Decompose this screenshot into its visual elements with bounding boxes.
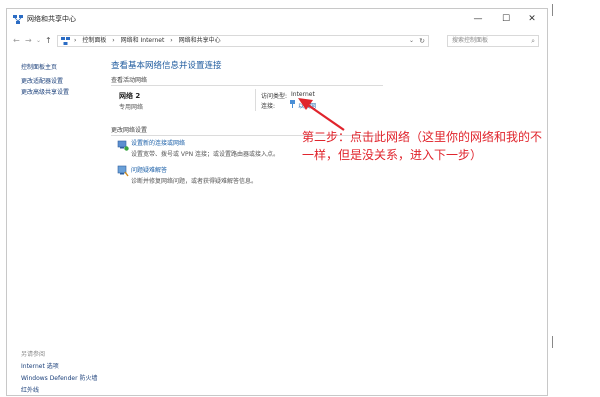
sidebar-item-adapter[interactable]: 更改适配器设置 — [21, 76, 63, 85]
active-networks-heading: 查看活动网络 — [111, 77, 148, 84]
change-settings-heading: 更改网络设置 — [111, 127, 148, 134]
troubleshoot-desc: 诊断并修复网络问题，或者获得疑难解答信息。 — [131, 178, 258, 185]
close-button[interactable]: ✕ — [521, 12, 543, 26]
connection-label: 连接: — [261, 103, 276, 110]
annotation-note: 第二步：点击此网络（这里你的网络和我的不一样，但是没关系，进入下一步） — [302, 130, 543, 162]
ethernet-icon — [290, 100, 295, 108]
ethernet-connection-link[interactable]: 以太网 — [298, 101, 316, 110]
search-icon: ⌕ — [531, 37, 535, 45]
minimize-button[interactable]: — — [467, 12, 489, 26]
frame-mark-bottom — [552, 336, 553, 348]
sidebar-item-home[interactable]: 控制面板主页 — [21, 62, 57, 71]
control-panel-icon — [61, 37, 70, 45]
page-title: 查看基本网络信息并设置连接 — [111, 61, 222, 71]
network-info-divider — [255, 89, 256, 111]
access-type-value: Internet — [291, 91, 315, 98]
maximize-button[interactable]: ☐ — [495, 12, 517, 26]
breadcrumb-separator: › — [170, 37, 173, 44]
refresh-icon[interactable]: ↻ — [419, 36, 425, 46]
section-divider — [111, 85, 383, 86]
network-type: 专用网络 — [119, 104, 144, 111]
network-center-icon — [13, 15, 23, 24]
address-row: ← → ⌄ ↑ › 控制面板 › 网络和 Internet › 网络和共享中心 … — [7, 31, 547, 51]
title-bar: 网络和共享中心 — ☐ ✕ — [7, 9, 547, 31]
sidebar-item-firewall[interactable]: Windows Defender 防火墙 — [21, 373, 97, 382]
setup-connection-desc: 设置宽带、拨号或 VPN 连接；或设置路由器或接入点。 — [131, 151, 280, 158]
breadcrumb-item[interactable]: 控制面板 — [82, 37, 106, 44]
sidebar-item-infrared[interactable]: 红外线 — [21, 385, 39, 394]
breadcrumb-item[interactable]: 网络和 Internet — [121, 37, 165, 44]
access-type-label: 访问类型: — [261, 93, 288, 100]
breadcrumb-separator: › — [74, 37, 77, 44]
history-dropdown-icon[interactable]: ⌄ — [36, 36, 41, 46]
back-arrow-icon[interactable]: ← — [13, 36, 20, 46]
search-input[interactable]: 搜索控制面板 ⌕ — [447, 35, 539, 47]
window-title: 网络和共享中心 — [27, 15, 76, 23]
frame-mark-top — [552, 4, 553, 16]
troubleshoot-icon — [117, 165, 129, 177]
network-name: 网络 2 — [119, 92, 141, 100]
up-arrow-icon[interactable]: ↑ — [45, 36, 52, 46]
breadcrumb: › 控制面板 › 网络和 Internet › 网络和共享中心 — [74, 36, 225, 46]
network-setup-icon — [117, 140, 129, 151]
search-placeholder: 搜索控制面板 — [452, 37, 489, 44]
troubleshoot-link[interactable]: 问题疑难解答 — [131, 165, 167, 174]
sidebar-item-advanced-sharing[interactable]: 更改高级共享设置 — [21, 87, 69, 96]
network-sharing-window: 网络和共享中心 — ☐ ✕ ← → ⌄ ↑ › 控制面板 › 网络和 Inter… — [6, 8, 548, 396]
setup-connection-link[interactable]: 设置新的连接或网络 — [131, 138, 185, 147]
address-bar[interactable]: › 控制面板 › 网络和 Internet › 网络和共享中心 ⌄ ↻ — [57, 35, 429, 47]
sidebar-item-internet-options[interactable]: Internet 选项 — [21, 361, 59, 370]
address-dropdown-icon[interactable]: ⌄ — [409, 36, 414, 46]
breadcrumb-item[interactable]: 网络和共享中心 — [179, 37, 221, 44]
see-also-heading: 另请参阅 — [21, 351, 46, 358]
breadcrumb-separator: › — [112, 37, 115, 44]
forward-arrow-icon[interactable]: → — [25, 36, 32, 46]
